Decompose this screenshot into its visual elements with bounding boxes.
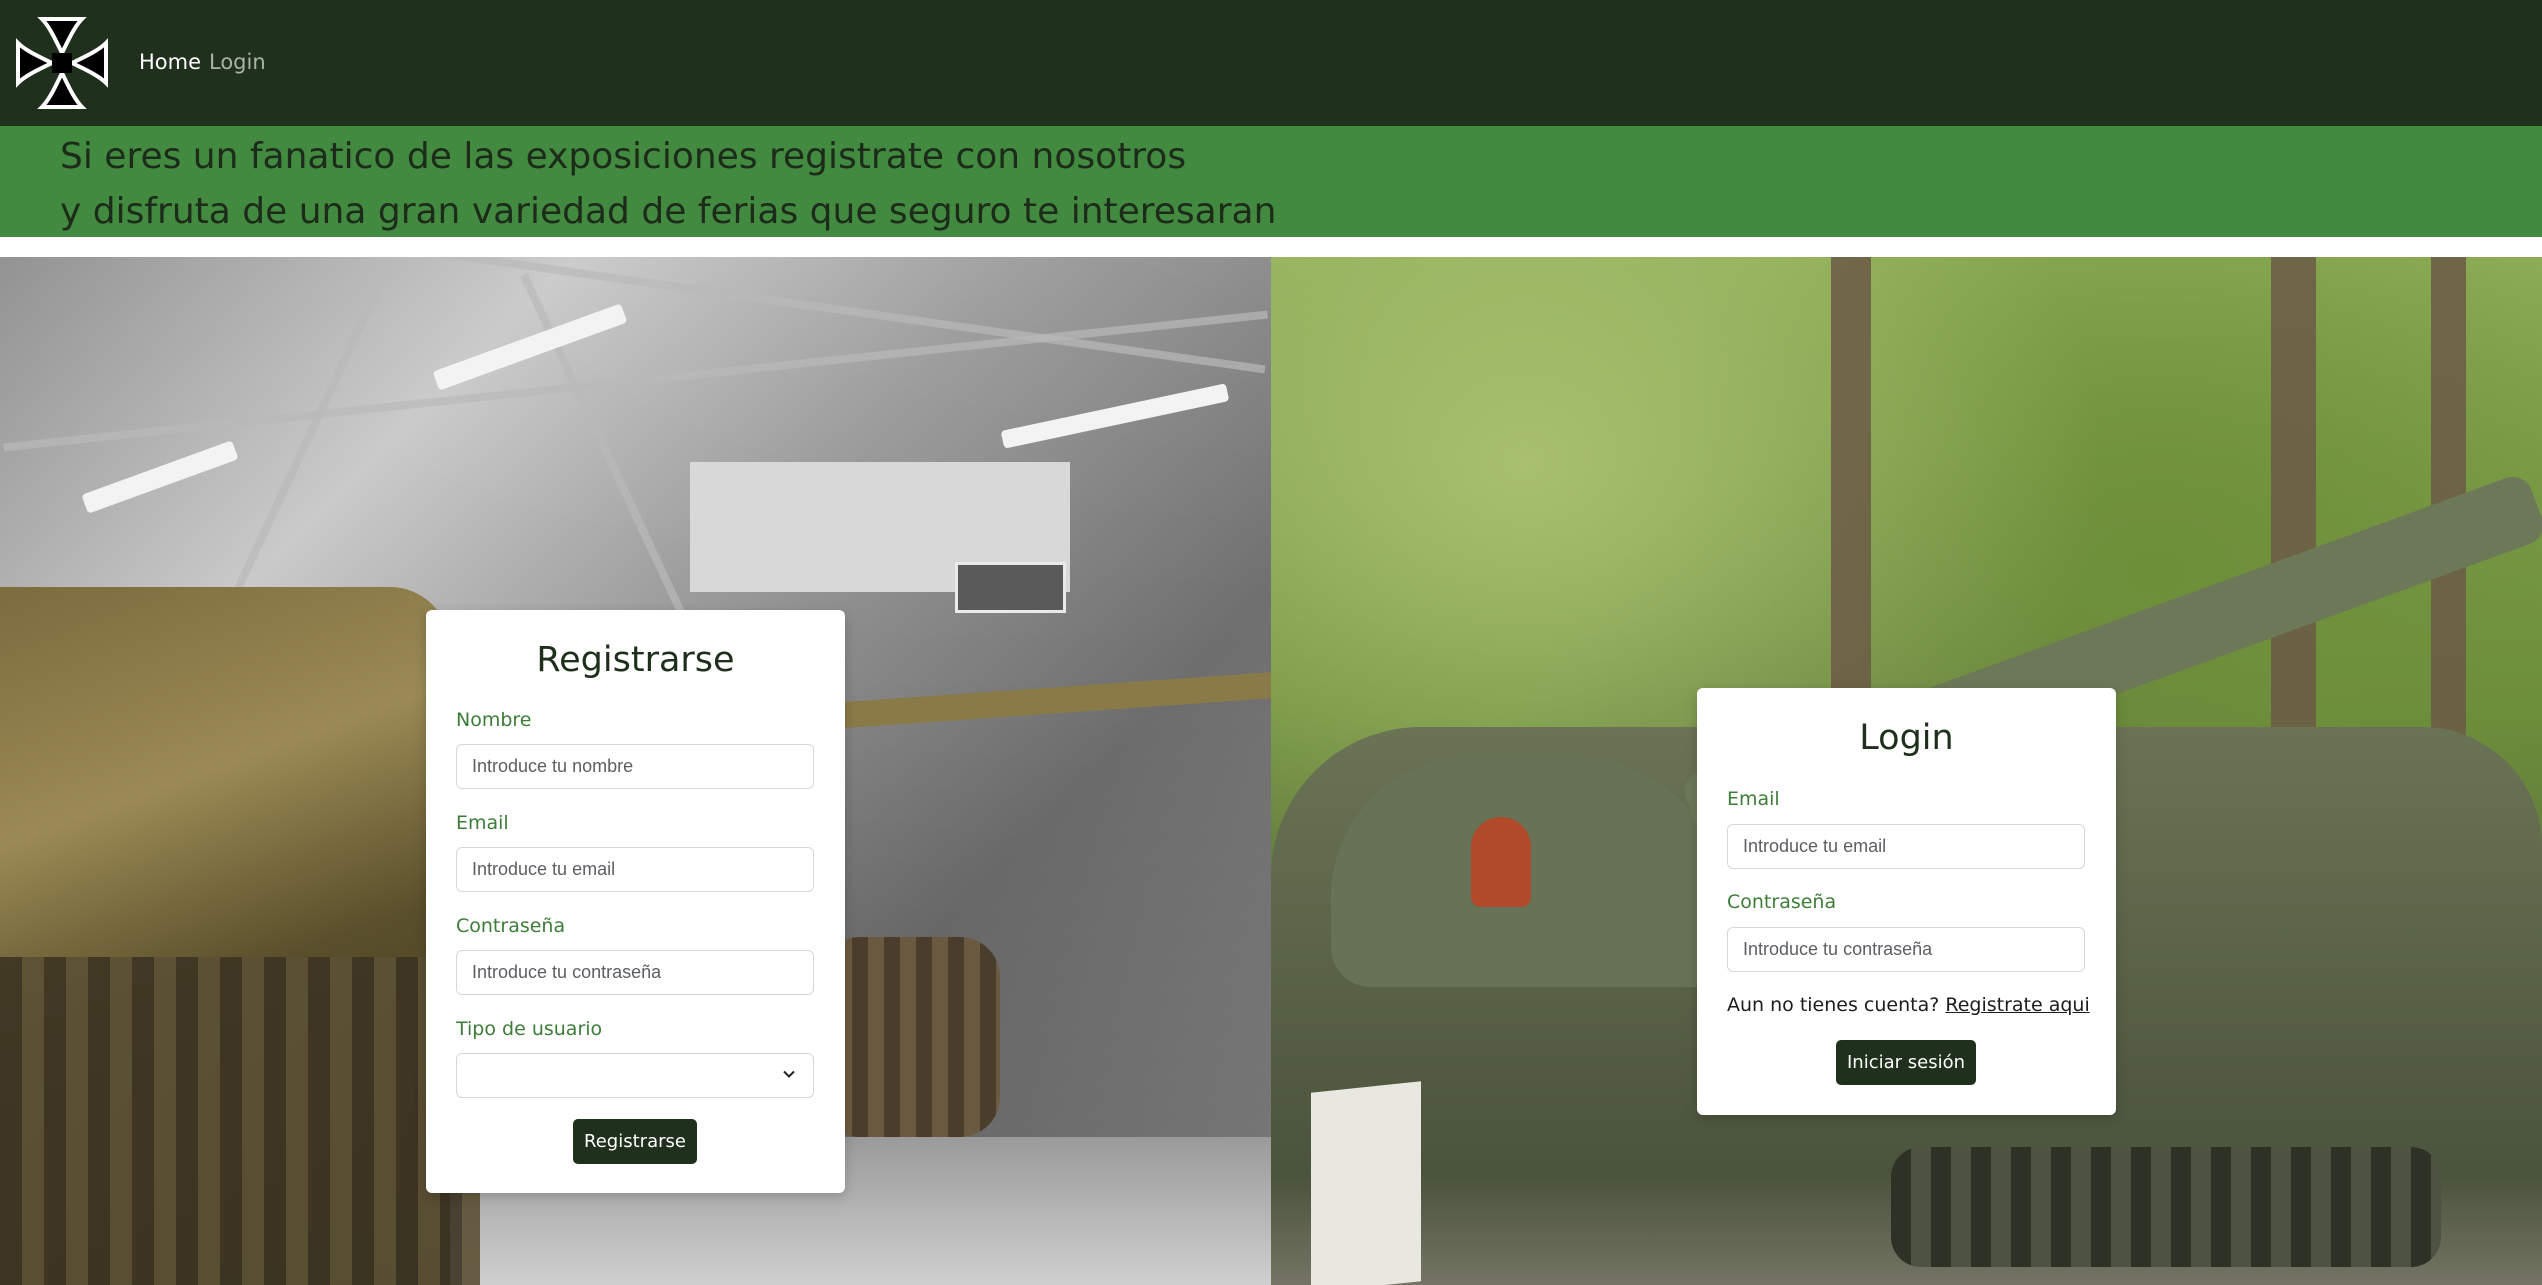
register-card: Registrarse Nombre Email Contraseña Tipo… <box>426 610 845 1193</box>
login-password-input[interactable] <box>1727 927 2085 972</box>
register-email-label: Email <box>456 812 509 834</box>
iron-cross-icon[interactable] <box>12 13 112 113</box>
chevron-down-icon <box>783 1070 795 1078</box>
register-title: Registrarse <box>536 640 735 680</box>
login-password-label: Contraseña <box>1727 891 1837 913</box>
register-name-input[interactable] <box>456 744 814 789</box>
register-password-label: Contraseña <box>456 915 566 937</box>
register-submit-button[interactable]: Registrarse <box>573 1119 697 1164</box>
login-submit-button[interactable]: Iniciar sesión <box>1836 1040 1976 1085</box>
no-account-text: Aun no tienes cuenta? Registrate aqui <box>1727 994 2090 1016</box>
register-user-type-select[interactable] <box>456 1053 814 1098</box>
login-card: Login Email Contraseña Aun no tienes cue… <box>1697 688 2116 1115</box>
register-password-input[interactable] <box>456 950 814 995</box>
register-user-type-label: Tipo de usuario <box>456 1018 603 1040</box>
register-email-input[interactable] <box>456 847 814 892</box>
no-account-label: Aun no tienes cuenta? <box>1727 994 1940 1016</box>
register-name-label: Nombre <box>456 709 532 731</box>
hero-banner: Si eres un fanatico de las exposiciones … <box>0 126 2542 237</box>
banner-text-line-2: y disfruta de una gran variedad de feria… <box>60 191 1277 232</box>
register-here-link[interactable]: Registrate aqui <box>1945 994 2089 1016</box>
nav-home-link[interactable]: Home <box>139 50 201 74</box>
banner-text-line-1: Si eres un fanatico de las exposiciones … <box>60 136 1187 177</box>
login-email-label: Email <box>1727 788 1780 810</box>
navbar: Home Login <box>0 0 2542 126</box>
login-email-input[interactable] <box>1727 824 2085 869</box>
login-title: Login <box>1859 718 1954 758</box>
nav-login-link[interactable]: Login <box>209 50 266 74</box>
